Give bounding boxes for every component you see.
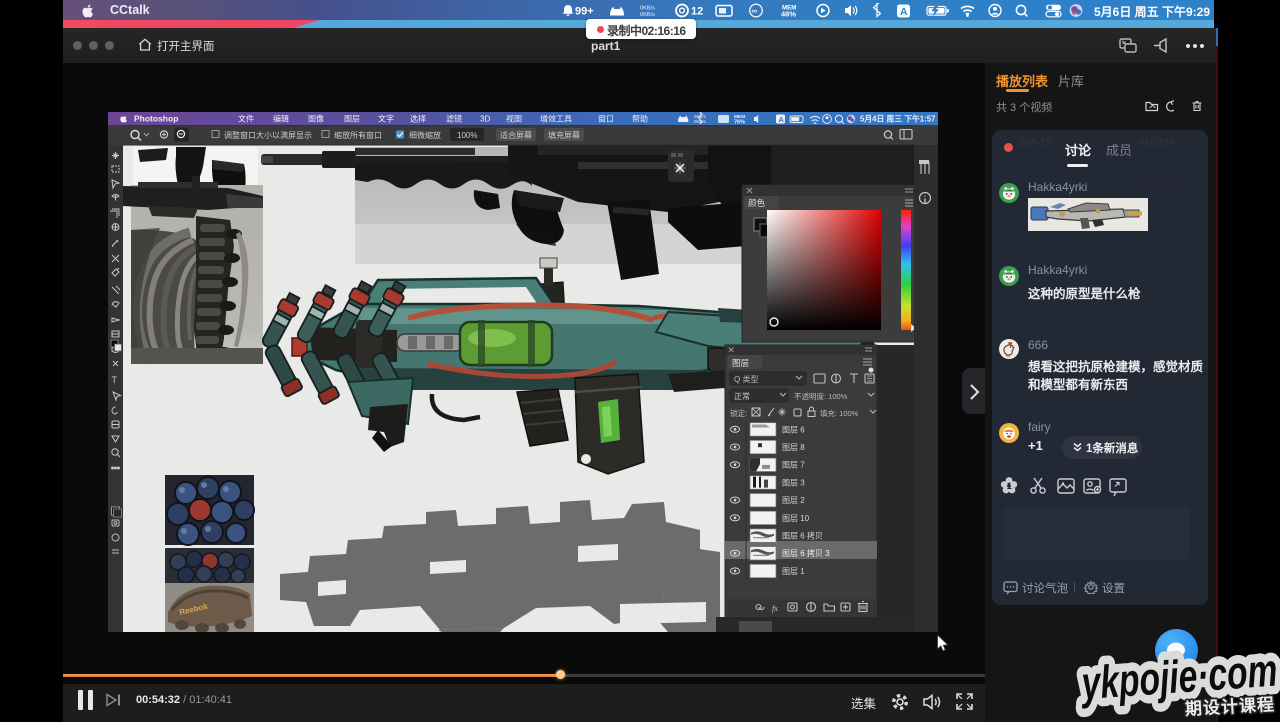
svg-text:正常: 正常 [734, 392, 750, 401]
svg-text:图层: 图层 [732, 358, 749, 368]
svg-text:图层 2: 图层 2 [782, 496, 805, 505]
svg-text:99+: 99+ [575, 6, 594, 18]
svg-text:100%: 100% [457, 131, 477, 140]
svg-text:颜色: 颜色 [748, 198, 766, 208]
svg-text:图层 6: 图层 6 [782, 425, 805, 434]
svg-text:窗口: 窗口 [598, 114, 614, 124]
svg-text:A: A [779, 115, 785, 124]
svg-text:调整窗口大小以满屏显示: 调整窗口大小以满屏显示 [224, 130, 312, 140]
svg-text:图层: 图层 [344, 115, 360, 124]
svg-text:适合屏幕: 适合屏幕 [500, 130, 532, 140]
svg-text:选择: 选择 [410, 114, 426, 124]
svg-text:图层 3: 图层 3 [782, 478, 805, 487]
svg-text:填充屏幕: 填充屏幕 [548, 130, 580, 140]
svg-text:缩放所有窗口: 缩放所有窗口 [334, 130, 382, 140]
svg-text:48%: 48% [781, 9, 796, 18]
svg-text:Q 类型: Q 类型 [734, 374, 758, 384]
svg-text:图层 8: 图层 8 [782, 443, 805, 452]
svg-text:1: 1 [1007, 481, 1012, 491]
svg-text:∞: ∞ [752, 7, 758, 16]
svg-text:A: A [900, 6, 908, 18]
svg-text:细微缩放: 细微缩放 [409, 130, 441, 140]
svg-text:12: 12 [691, 6, 703, 18]
svg-text:填充: 100%: 填充: 100% [820, 408, 859, 418]
svg-text:5月4日 周三 下午1:57: 5月4日 周三 下午1:57 [860, 114, 935, 124]
svg-text:0KB/s: 0KB/s [640, 12, 655, 18]
svg-text:fx: fx [772, 604, 778, 613]
svg-text:0KB/s: 0KB/s [640, 5, 655, 11]
svg-text:3D: 3D [480, 115, 490, 124]
svg-text:图层 1: 图层 1 [782, 567, 805, 576]
svg-text:图像: 图像 [308, 114, 324, 124]
svg-text:滤镜: 滤镜 [446, 114, 462, 124]
svg-text:文字: 文字 [378, 114, 394, 124]
svg-text:编辑: 编辑 [273, 114, 289, 124]
svg-text:76%: 76% [734, 120, 745, 126]
svg-text:Photoshop: Photoshop [134, 114, 178, 124]
svg-text:不透明度: 100%: 不透明度: 100% [794, 391, 848, 401]
svg-text:图层 6 拷贝: 图层 6 拷贝 [782, 531, 823, 541]
svg-text:增效工具: 增效工具 [540, 114, 572, 124]
svg-text:图层 7: 图层 7 [782, 461, 805, 470]
svg-text:T: T [112, 375, 118, 385]
svg-text:图层 10: 图层 10 [782, 514, 810, 523]
svg-text:视图: 视图 [506, 114, 522, 124]
svg-text:帮助: 帮助 [632, 114, 648, 124]
svg-text:文件: 文件 [238, 114, 254, 124]
svg-text:锁定:: 锁定: [730, 408, 747, 418]
svg-text:图层 6 拷贝 3: 图层 6 拷贝 3 [782, 548, 830, 558]
